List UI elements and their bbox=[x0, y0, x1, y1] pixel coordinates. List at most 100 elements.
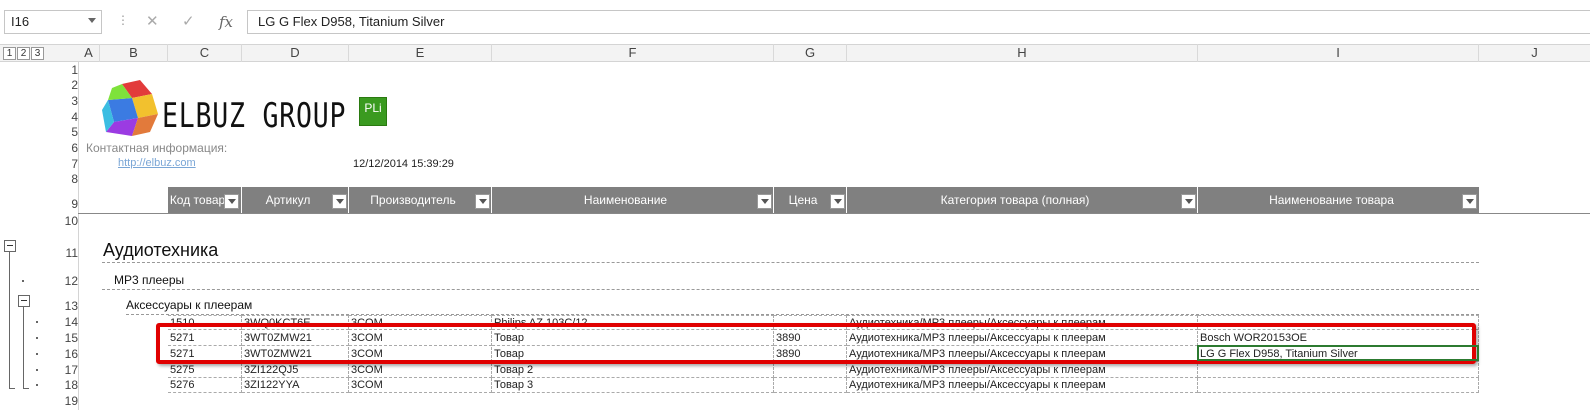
cell-name[interactable]: Товар 3 bbox=[492, 378, 774, 393]
row-header-6[interactable]: 6 bbox=[46, 141, 78, 155]
header-product-name-label: Наименование товара bbox=[1269, 193, 1394, 207]
filter-dropdown-icon[interactable] bbox=[332, 194, 347, 209]
filter-dropdown-icon[interactable] bbox=[1181, 194, 1196, 209]
formula-input[interactable]: LG G Flex D958, Titanium Silver bbox=[247, 10, 1590, 34]
row-header-17[interactable]: 17 bbox=[46, 363, 78, 377]
outline-level-2-button[interactable]: 2 bbox=[17, 47, 30, 60]
column-header-e[interactable]: E bbox=[349, 44, 492, 62]
cell-manufacturer[interactable]: 3COM bbox=[349, 378, 492, 393]
header-manufacturer[interactable]: Производитель bbox=[349, 187, 492, 213]
cell-code[interactable]: 5275 bbox=[168, 363, 242, 378]
cell-article[interactable]: 3ZI122QJ5 bbox=[242, 363, 349, 378]
outline-bracket bbox=[9, 252, 10, 388]
row-header-15[interactable]: 15 bbox=[46, 331, 78, 345]
filter-dropdown-icon[interactable] bbox=[1462, 194, 1477, 209]
column-header-f[interactable]: F bbox=[492, 44, 774, 62]
column-header-h[interactable]: H bbox=[847, 44, 1198, 62]
header-name[interactable]: Наименование bbox=[492, 187, 774, 213]
cell-product-name[interactable] bbox=[1198, 363, 1479, 378]
column-header-a[interactable]: A bbox=[78, 44, 100, 62]
cell-category[interactable]: Аудиотехника/MP3 плееры/Аксессуары к пле… bbox=[847, 363, 1198, 378]
cell-category[interactable]: Аудиотехника/MP3 плееры/Аксессуары к пле… bbox=[847, 378, 1198, 393]
outline-level-1-button[interactable]: 1 bbox=[3, 47, 16, 60]
outline-level-3-button[interactable]: 3 bbox=[31, 47, 44, 60]
header-product-name[interactable]: Наименование товара bbox=[1198, 187, 1479, 213]
cell-price[interactable] bbox=[774, 363, 847, 378]
cell-product-name[interactable] bbox=[1198, 315, 1479, 330]
cell-price[interactable]: 3890 bbox=[774, 331, 847, 346]
row-header-3[interactable]: 3 bbox=[46, 94, 78, 108]
outline-bracket-end bbox=[9, 388, 15, 389]
cell-article[interactable]: 3WT0ZMW21 bbox=[242, 331, 349, 346]
row-header-4[interactable]: 4 bbox=[46, 110, 78, 124]
cell-code[interactable]: 1510 bbox=[168, 315, 242, 330]
collapse-group-button[interactable] bbox=[4, 240, 16, 252]
enter-icon[interactable]: ✓ bbox=[182, 13, 195, 31]
cell-price[interactable]: 3890 bbox=[774, 347, 847, 362]
row-header-19[interactable]: 19 bbox=[46, 394, 78, 408]
cell-category[interactable]: Аудиотехника/MP3 плееры/Аксессуары к пле… bbox=[847, 347, 1198, 362]
cell-code[interactable]: 5276 bbox=[168, 378, 242, 393]
collapse-subgroup-button[interactable] bbox=[18, 295, 30, 307]
insert-function-icon[interactable]: fx bbox=[219, 13, 233, 31]
row-header-8[interactable]: 8 bbox=[46, 172, 78, 186]
column-header-c[interactable]: C bbox=[168, 44, 242, 62]
cell-product-name[interactable]: LG G Flex D958, Titanium Silver bbox=[1198, 347, 1479, 362]
row-header-9[interactable]: 9 bbox=[46, 197, 78, 211]
row-header-18[interactable]: 18 bbox=[46, 378, 78, 392]
cell-manufacturer[interactable]: 3COM bbox=[349, 363, 492, 378]
filter-dropdown-icon[interactable] bbox=[830, 194, 845, 209]
outline-dot bbox=[36, 321, 38, 323]
chevron-down-icon[interactable] bbox=[88, 18, 96, 23]
cell-product-name[interactable]: Bosch WOR20153OE bbox=[1198, 331, 1479, 346]
cell-name[interactable]: Товар bbox=[492, 331, 774, 346]
column-header-j[interactable]: J bbox=[1479, 44, 1590, 62]
cell-code[interactable]: 5271 bbox=[168, 347, 242, 362]
group-divider bbox=[102, 262, 1479, 263]
row-header-16[interactable]: 16 bbox=[46, 347, 78, 361]
row-header-7[interactable]: 7 bbox=[46, 157, 78, 171]
cell-article[interactable]: 3WT0ZMW21 bbox=[242, 347, 349, 362]
header-category-full[interactable]: Категория товара (полная) bbox=[847, 187, 1198, 213]
row-header-1[interactable]: 1 bbox=[46, 63, 78, 77]
cancel-icon[interactable]: ✕ bbox=[146, 13, 159, 31]
frozen-pane-divider bbox=[78, 213, 1590, 214]
column-header-i[interactable]: I bbox=[1198, 44, 1479, 62]
pli-badge: PLi bbox=[359, 97, 387, 126]
filter-dropdown-icon[interactable] bbox=[475, 194, 490, 209]
cell-manufacturer[interactable]: 3COM bbox=[349, 347, 492, 362]
cell-code[interactable]: 5271 bbox=[168, 331, 242, 346]
cell-article[interactable]: 3WQ0KCT6E bbox=[242, 315, 349, 330]
column-header-g[interactable]: G bbox=[774, 44, 847, 62]
filter-dropdown-icon[interactable] bbox=[757, 194, 772, 209]
filter-dropdown-icon[interactable] bbox=[224, 194, 239, 209]
row-header-5[interactable]: 5 bbox=[46, 125, 78, 139]
row-header-11[interactable]: 11 bbox=[46, 246, 78, 260]
cell-price[interactable] bbox=[774, 315, 847, 330]
logo-cube-icon bbox=[102, 80, 160, 139]
outline-dot bbox=[36, 369, 38, 371]
cell-price[interactable] bbox=[774, 378, 847, 393]
row-header-2[interactable]: 2 bbox=[46, 78, 78, 92]
cell-manufacturer[interactable]: 3COM bbox=[349, 315, 492, 330]
cell-article[interactable]: 3ZI122YYA bbox=[242, 378, 349, 393]
cell-product-name[interactable] bbox=[1198, 378, 1479, 393]
column-header-b[interactable]: B bbox=[100, 44, 168, 62]
cell-manufacturer[interactable]: 3COM bbox=[349, 331, 492, 346]
column-header-d[interactable]: D bbox=[242, 44, 349, 62]
cell-category[interactable]: Аудиотехника/MP3 плееры/Аксессуары к пле… bbox=[847, 331, 1198, 346]
header-category-full-label: Категория товара (полная) bbox=[940, 193, 1090, 207]
row-header-12[interactable]: 12 bbox=[46, 274, 78, 288]
row-header-10[interactable]: 10 bbox=[46, 214, 78, 228]
cell-name[interactable]: Товар 2 bbox=[492, 363, 774, 378]
header-manufacturer-label: Производитель bbox=[370, 193, 456, 207]
row-header-14[interactable]: 14 bbox=[46, 315, 78, 329]
outline-sub-bracket bbox=[23, 307, 24, 388]
contact-link[interactable]: http://elbuz.com bbox=[118, 157, 196, 169]
cell-name[interactable]: Philips AZ 103C/12 bbox=[492, 315, 774, 330]
more-options-icon[interactable]: ⋮ bbox=[117, 13, 129, 27]
group-divider bbox=[102, 289, 1479, 290]
row-header-13[interactable]: 13 bbox=[46, 299, 78, 313]
cell-category[interactable]: Аудиотехника/MP3 плееры/Аксессуары к пле… bbox=[847, 315, 1198, 330]
cell-name[interactable]: Товар bbox=[492, 347, 774, 362]
